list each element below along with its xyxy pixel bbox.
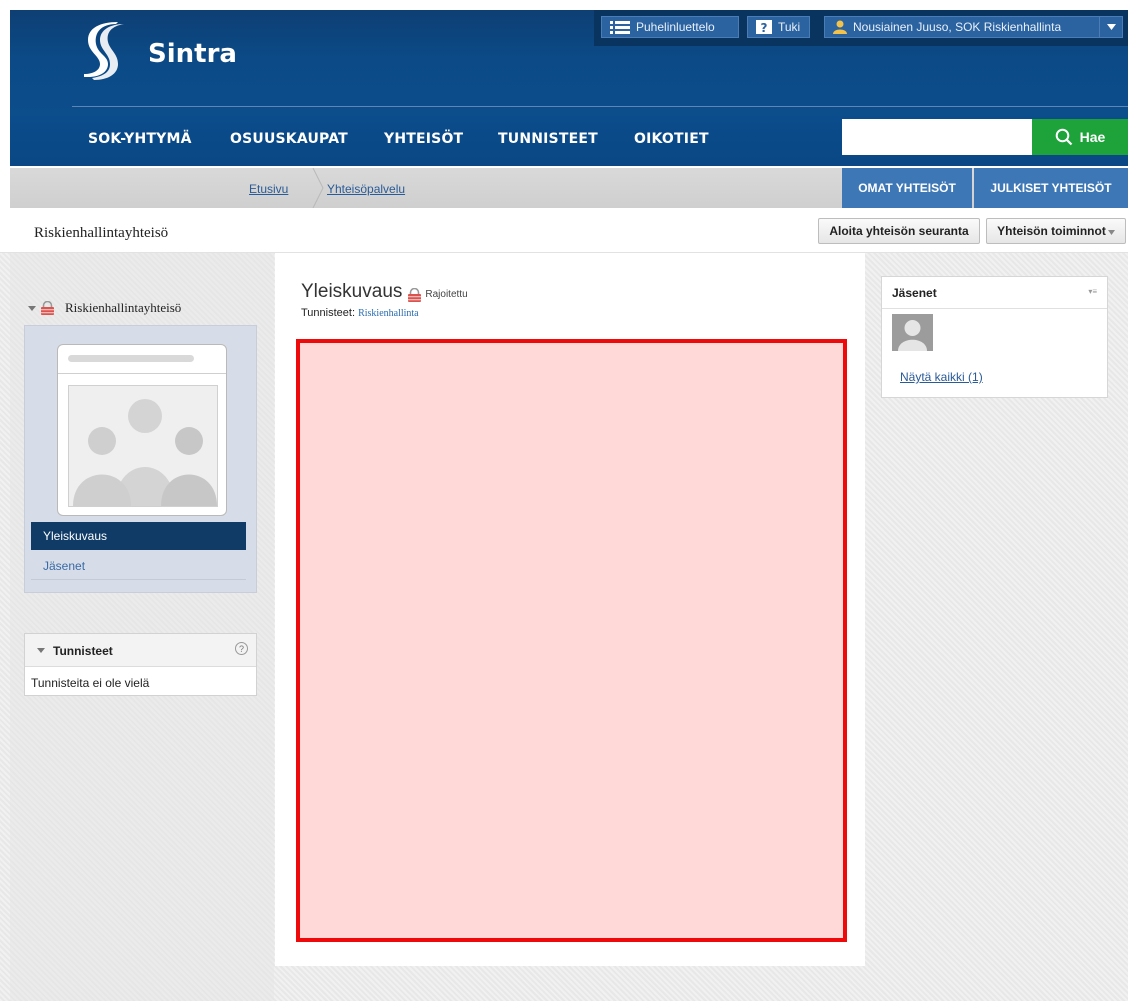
search-button-label: Hae: [1079, 129, 1106, 145]
tags-widget: Tunnisteet ? Tunnisteita ei ole vielä: [24, 633, 257, 696]
members-widget-header: Jäsenet ▾≡: [882, 277, 1107, 309]
help-icon[interactable]: ?: [235, 642, 248, 655]
follow-community-button[interactable]: Aloita yhteisön seuranta: [818, 218, 980, 244]
tags-widget-header[interactable]: Tunnisteet ?: [25, 634, 256, 667]
header-divider: [72, 106, 1128, 107]
nav-item-yhteisot[interactable]: YHTEISÖT: [384, 131, 463, 147]
tag-link[interactable]: Riskienhallinta: [358, 308, 419, 319]
support-label: Tuki: [778, 20, 801, 34]
breadcrumb-community-service[interactable]: Yhteisöpalvelu: [327, 182, 405, 196]
search-input[interactable]: [842, 119, 1032, 155]
search-icon: [1055, 128, 1072, 146]
group-placeholder-icon: [68, 385, 218, 507]
sintra-s-icon: [84, 22, 124, 80]
collapse-icon: [37, 648, 45, 653]
members-widget: Jäsenet ▾≡ Näytä kaikki (1): [881, 276, 1108, 398]
user-menu-dropdown[interactable]: [1099, 16, 1123, 38]
svg-text:?: ?: [761, 21, 768, 34]
tags-empty-text: Tunnisteita ei ole vielä: [31, 676, 150, 690]
community-actions-button[interactable]: Yhteisön toiminnot: [986, 218, 1126, 244]
nav-item-sok-yhtyma[interactable]: SOK-YHTYMÄ: [88, 131, 192, 147]
placeholder-divider: [58, 373, 226, 374]
community-name: Riskienhallintayhteisö: [65, 300, 182, 315]
lock-icon: [407, 286, 422, 302]
phonebook-button[interactable]: Puhelinluettelo: [601, 16, 739, 38]
menu-icon[interactable]: ▾≡: [1088, 287, 1097, 296]
lock-icon: [40, 300, 55, 315]
access-badge: Rajoitettu: [425, 288, 468, 300]
help-icon: ?: [756, 20, 772, 34]
page-title: Riskienhallintayhteisö: [34, 225, 169, 241]
community-image: [57, 344, 227, 516]
overview-title: Yleiskuvaus: [301, 281, 403, 302]
user-menu-button[interactable]: Nousiainen Juuso, SOK Riskienhallinta: [824, 16, 1100, 38]
sidebar-item-overview[interactable]: Yleiskuvaus: [31, 522, 246, 550]
highlighted-content-area: [296, 339, 847, 942]
breadcrumb-home[interactable]: Etusivu: [249, 182, 288, 196]
nav-item-osuuskaupat[interactable]: OSUUSKAUPAT: [230, 131, 348, 147]
list-icon: [610, 20, 630, 34]
user-label: Nousiainen Juuso, SOK Riskienhallinta: [853, 20, 1062, 34]
user-icon: [833, 20, 847, 34]
members-widget-title: Jäsenet: [892, 286, 937, 300]
nav-item-oikotiet[interactable]: OIKOTIET: [634, 131, 709, 147]
brand-name: Sintra: [148, 39, 237, 69]
overview-tags: Tunnisteet: Riskienhallinta: [301, 307, 419, 319]
community-header[interactable]: Riskienhallintayhteisö: [28, 300, 181, 316]
community-actions-label: Yhteisön toiminnot: [997, 224, 1106, 238]
phonebook-label: Puhelinluettelo: [636, 20, 715, 34]
community-nav-panel: Yleiskuvaus Jäsenet: [24, 325, 257, 593]
placeholder-bar: [68, 355, 194, 362]
tab-own-communities[interactable]: OMAT YHTEISÖT: [842, 168, 972, 208]
chevron-down-icon: [1106, 24, 1116, 30]
search-button[interactable]: Hae: [1032, 119, 1128, 155]
avatar[interactable]: [892, 314, 933, 351]
chevron-down-icon: [1107, 230, 1115, 235]
tags-label: Tunnisteet:: [301, 307, 356, 319]
nav-item-tunnisteet[interactable]: TUNNISTEET: [498, 131, 598, 147]
show-all-members-link[interactable]: Näytä kaikki (1): [900, 370, 983, 384]
utility-bar: Puhelinluettelo ? Tuki Nousiainen Juuso,…: [594, 10, 1128, 46]
sintra-logo[interactable]: Sintra: [78, 22, 237, 80]
collapse-icon: [28, 305, 36, 311]
support-button[interactable]: ? Tuki: [747, 16, 810, 38]
sidebar-item-members[interactable]: Jäsenet: [31, 554, 246, 580]
overview-heading: Yleiskuvaus Rajoitettu: [301, 281, 468, 303]
breadcrumb-separator: [312, 168, 324, 208]
tags-widget-title: Tunnisteet: [53, 644, 113, 658]
tab-public-communities[interactable]: JULKISET YHTEISÖT: [974, 168, 1128, 208]
